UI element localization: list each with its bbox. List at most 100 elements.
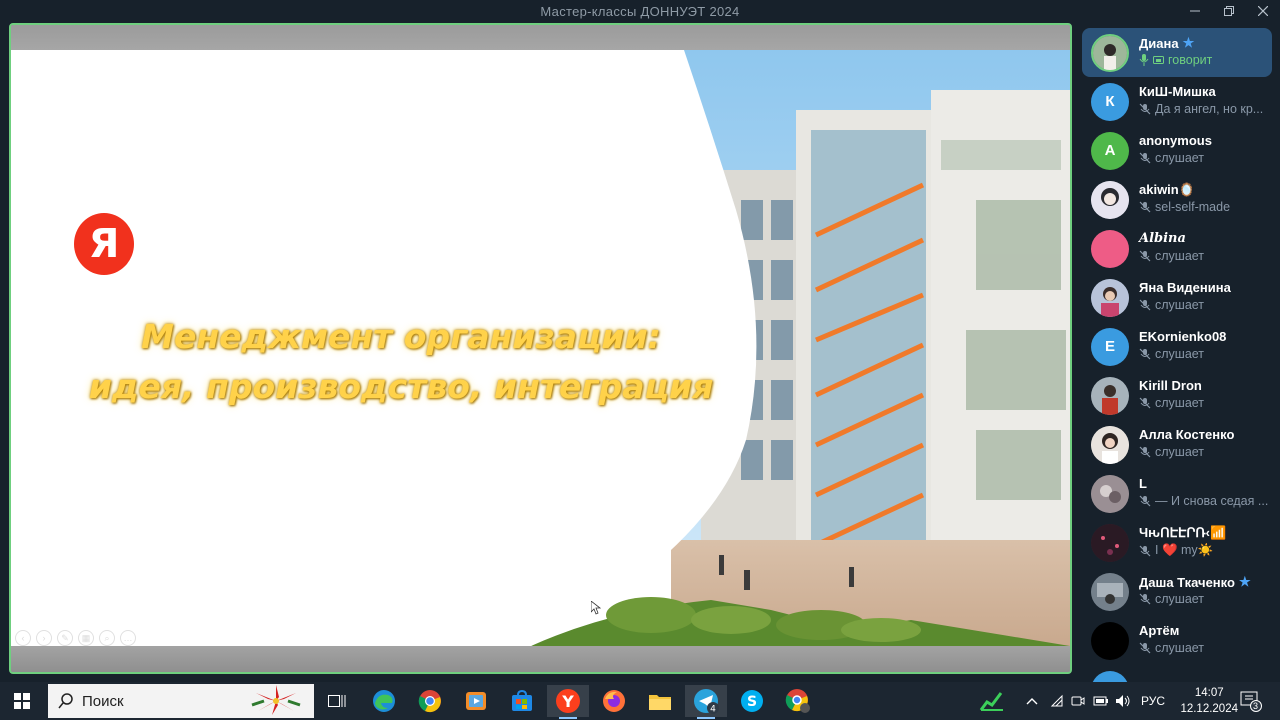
participant-name: EKornienko08 — [1139, 329, 1227, 344]
stock-chart-icon — [979, 692, 1003, 711]
chrome-button[interactable] — [409, 685, 451, 717]
task-view-icon — [328, 695, 346, 707]
microphone-off-icon — [1139, 348, 1151, 360]
volume-button[interactable] — [1115, 682, 1131, 720]
participant-status: слушает — [1139, 151, 1204, 165]
participant-item[interactable]: К КиШ-Мишка Да я ангел, но кр... — [1082, 77, 1272, 126]
folder-icon — [649, 695, 671, 710]
participant-item[interactable]: 𝑨𝒍𝒃𝒊𝒏𝒂 слушает — [1082, 224, 1272, 273]
participant-status: — И снова седая ... — [1139, 494, 1268, 508]
firefox-button[interactable] — [593, 685, 635, 717]
microsoft-store-button[interactable] — [501, 685, 543, 717]
svg-text:S: S — [747, 694, 757, 710]
participant-item[interactable]: Артём слушает — [1082, 616, 1272, 665]
clock-time: 14:07 — [1194, 687, 1224, 699]
participant-item[interactable]: Алла Костенко слушает — [1082, 420, 1272, 469]
media-player-icon — [466, 692, 486, 710]
participant-name: Диана ★ — [1139, 35, 1195, 51]
screen-share-icon — [1153, 56, 1164, 64]
participant-status: говорит — [1139, 53, 1212, 67]
avatar: E — [1091, 327, 1129, 366]
telegram-button[interactable]: 4 — [685, 685, 727, 719]
media-player-button[interactable] — [455, 685, 497, 717]
microphone-off-icon — [1139, 642, 1151, 654]
participant-item[interactable]: Яна Виденина слушает — [1082, 273, 1272, 322]
close-button[interactable] — [1246, 0, 1280, 22]
profile-photo — [1091, 376, 1129, 415]
telegram-window: Мастер-классы ДОННУЭТ 2024 Я Менеджмент … — [0, 0, 1280, 682]
participant-item[interactable]: Диана ★ говорит — [1082, 28, 1272, 77]
telegram-badge: 4 — [710, 705, 716, 715]
file-explorer-button[interactable] — [639, 685, 681, 717]
next-slide-icon[interactable]: › — [36, 630, 52, 646]
network-button[interactable] — [1050, 682, 1064, 720]
participant-name: Алла Костенко — [1139, 427, 1235, 442]
screen-share-stage[interactable]: Я Менеджмент организации: идея, производ… — [9, 23, 1072, 674]
participant-item[interactable]: Kirill Dron слушает — [1082, 371, 1272, 420]
taskbar-search[interactable]: Поиск — [48, 684, 314, 718]
notifications-button[interactable]: 3 — [1240, 682, 1262, 720]
title-bar[interactable]: Мастер-классы ДОННУЭТ 2024 — [0, 0, 1280, 22]
pen-icon[interactable]: ✎ — [57, 630, 73, 646]
speaker-icon — [1116, 695, 1130, 707]
participant-status: слушает — [1139, 445, 1204, 459]
maximize-icon — [1224, 6, 1234, 16]
avatar — [1091, 474, 1129, 513]
battery-button[interactable] — [1093, 682, 1109, 720]
participant-name: КиШ-Мишка — [1139, 84, 1216, 99]
language-indicator[interactable]: РУС — [1141, 682, 1165, 720]
skype-button[interactable]: S — [731, 685, 773, 717]
participant-item[interactable]: ЧԋՈԷԷՐՌ‹📶 I ❤️ my☀️ — [1082, 518, 1272, 567]
avatar: A — [1091, 131, 1129, 170]
star-icon: ★ — [1238, 574, 1251, 589]
profile-photo — [1091, 180, 1129, 219]
zoom-icon[interactable]: ⌕ — [99, 630, 115, 646]
microphone-off-icon — [1139, 103, 1151, 115]
avatar — [1091, 278, 1129, 317]
profile-photo — [1091, 572, 1129, 611]
avatar — [1091, 229, 1129, 268]
chrome-profile-button[interactable] — [777, 685, 819, 717]
chrome-profile-icon — [785, 689, 810, 713]
poinsettia-icon — [251, 685, 301, 715]
grid-icon[interactable]: ▦ — [78, 630, 94, 646]
slide-title: Менеджмент организации: идея, производст… — [61, 312, 741, 412]
microphone-off-icon — [1139, 593, 1151, 605]
microphone-off-icon — [1139, 201, 1151, 213]
participant-item[interactable]: A anonymous слушает — [1082, 126, 1272, 175]
language-label: РУС — [1141, 694, 1166, 708]
more-icon[interactable]: … — [120, 630, 136, 646]
battery-icon — [1093, 696, 1108, 706]
participants-list[interactable]: Диана ★ говорит К КиШ-Мишка Да я ангел, н… — [1082, 23, 1280, 682]
profile-photo — [1091, 523, 1129, 562]
start-button[interactable] — [0, 682, 44, 720]
minimize-button[interactable] — [1178, 0, 1212, 22]
participant-item[interactable]: E EKornienko08 слушает — [1082, 322, 1272, 371]
meet-now-button[interactable] — [1071, 682, 1085, 720]
edge-button[interactable] — [363, 685, 405, 717]
clock[interactable]: 14:07 12.12.2024 — [1180, 685, 1238, 717]
maximize-button[interactable] — [1212, 0, 1246, 22]
close-icon — [1258, 6, 1268, 16]
search-label: Поиск — [82, 692, 124, 710]
task-view-button[interactable] — [316, 685, 358, 717]
participant-item[interactable]: L — И снова седая ... — [1082, 469, 1272, 518]
participant-item[interactable] — [1082, 665, 1272, 682]
participant-name: Артём — [1139, 623, 1180, 638]
taskbar: Поиск Y 4 S РУС 14:07 12.12.2024 3 — [0, 682, 1280, 720]
window-title: Мастер-классы ДОННУЭТ 2024 — [540, 3, 740, 19]
microphone-off-icon — [1139, 250, 1151, 262]
avatar — [1091, 180, 1129, 219]
prev-slide-icon[interactable]: ‹ — [15, 630, 31, 646]
camera-icon — [1071, 696, 1085, 706]
avatar — [1091, 33, 1129, 72]
participant-status: слушает — [1139, 641, 1204, 655]
skype-icon: S — [741, 690, 763, 712]
participant-item[interactable]: Даша Ткаченко ★ слушает — [1082, 567, 1272, 616]
yandex-browser-button[interactable]: Y — [547, 685, 589, 719]
active-indicator — [559, 717, 577, 719]
avatar — [1091, 376, 1129, 415]
show-hidden-icons-button[interactable] — [1026, 682, 1038, 720]
participant-item[interactable]: akiwin🪞 sel-self-made — [1082, 175, 1272, 224]
edge-icon — [373, 690, 395, 712]
